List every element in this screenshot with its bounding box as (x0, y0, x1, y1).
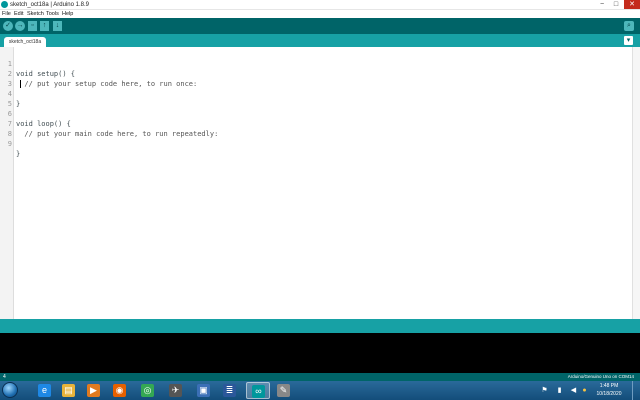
file-explorer-icon: ▤ (62, 384, 75, 397)
cursor-line-number: 4 (3, 374, 6, 380)
chrome-icon: ◎ (141, 384, 154, 397)
code-line: 1 void setup() { (0, 49, 640, 78)
start-button[interactable] (2, 382, 18, 398)
code-line: 5 (0, 89, 640, 108)
code-line: 4 } (0, 79, 640, 108)
message-area (0, 319, 640, 333)
text-cursor (20, 80, 21, 88)
line-number: 9 (7, 140, 12, 148)
board-port-info: Arduino/Genuino Uno on COM14 (567, 374, 634, 379)
document-app-icon: ≣ (223, 384, 236, 397)
menu-tools[interactable]: Tools (46, 10, 59, 18)
display-app-icon: ▣ (197, 384, 210, 397)
code-line: 3 (0, 69, 640, 88)
clock-time: 1:48 PM (599, 383, 619, 389)
taskbar: e ▤ ▶ ◉ ◎ ✈ ▣ ≣ ∞ ✎ ⚑ ▮ ◀ ● 1:48 PM 10/18/2020 (0, 381, 640, 400)
power-icon[interactable]: ● (580, 386, 589, 395)
arduino-ide-window: sketch_oct18a | Arduino 1.8.9 − □ ✕ File… (0, 0, 640, 400)
taskbar-app-button[interactable]: ▣ (192, 382, 216, 399)
firefox-icon: ◉ (113, 384, 126, 397)
title-bar: sketch_oct18a | Arduino 1.8.9 − □ ✕ (0, 0, 640, 10)
volume-icon[interactable]: ◀ (569, 386, 578, 395)
menu-help[interactable]: Help (62, 10, 73, 18)
maximize-button[interactable]: □ (610, 0, 622, 9)
taskbar-app-button[interactable]: ◉ (108, 382, 132, 399)
taskbar-app-button[interactable]: ◎ (136, 382, 160, 399)
arduino-icon: ∞ (252, 385, 265, 398)
system-clock[interactable]: 1:48 PM 10/18/2020 (592, 382, 626, 398)
verify-button[interactable]: ✓ (3, 21, 13, 31)
code-line: 9 } (0, 129, 640, 158)
code-text: } (16, 150, 21, 158)
menu-bar: File Edit Sketch Tools Help (0, 10, 640, 18)
code-line: 8 (0, 119, 640, 138)
media-player-icon: ▶ (87, 384, 100, 397)
upload-button[interactable]: → (15, 21, 25, 31)
network-icon[interactable]: ▮ (555, 386, 564, 395)
menu-edit[interactable]: Edit (14, 10, 23, 18)
tab-strip: sketch_oct18a ▾ (0, 34, 640, 47)
taskbar-app-button[interactable]: ▶ (82, 382, 106, 399)
menu-sketch[interactable]: Sketch (27, 10, 44, 18)
taskbar-app-button[interactable]: ▤ (57, 382, 81, 399)
vertical-scrollbar[interactable] (632, 47, 640, 319)
arduino-app-icon (1, 1, 8, 8)
tab-menu-button[interactable]: ▾ (624, 36, 633, 45)
taskbar-app-button[interactable]: ≣ (218, 382, 242, 399)
window-title: sketch_oct18a | Arduino 1.8.9 (10, 2, 89, 8)
serial-monitor-button[interactable]: ⌕ (624, 21, 634, 31)
internet-explorer-icon: e (38, 384, 51, 397)
code-line: 2 // put your setup code here, to run on… (0, 59, 640, 88)
code-editor[interactable]: 1 void setup() { 2 // put your setup cod… (0, 47, 640, 319)
status-bar: 4 Arduino/Genuino Uno on COM14 (0, 373, 640, 381)
taskbar-app-button[interactable]: ✈ (164, 382, 188, 399)
show-desktop-button[interactable] (632, 381, 640, 400)
toolbar: ✓ → ▫ ↑ ↓ ⌕ (0, 18, 640, 34)
tool-app-icon: ✈ (169, 384, 182, 397)
tab-sketch[interactable]: sketch_oct18a (4, 37, 46, 47)
output-console[interactable] (0, 333, 640, 373)
code-line: 6 void loop() { (0, 99, 640, 128)
close-button[interactable]: ✕ (624, 0, 640, 9)
new-sketch-button[interactable]: ▫ (28, 21, 37, 31)
taskbar-app-button[interactable]: ✎ (272, 382, 296, 399)
clock-date: 10/18/2020 (596, 391, 622, 397)
code-line: 7 // put your main code here, to run rep… (0, 109, 640, 138)
open-sketch-button[interactable]: ↑ (40, 21, 49, 31)
minimize-button[interactable]: − (596, 0, 608, 9)
action-center-flag-icon[interactable]: ⚑ (540, 386, 549, 395)
paint-app-icon: ✎ (277, 384, 290, 397)
taskbar-app-button[interactable]: e (33, 382, 57, 399)
menu-file[interactable]: File (2, 10, 11, 18)
taskbar-app-button[interactable]: ∞ (246, 382, 270, 399)
save-sketch-button[interactable]: ↓ (53, 21, 62, 31)
